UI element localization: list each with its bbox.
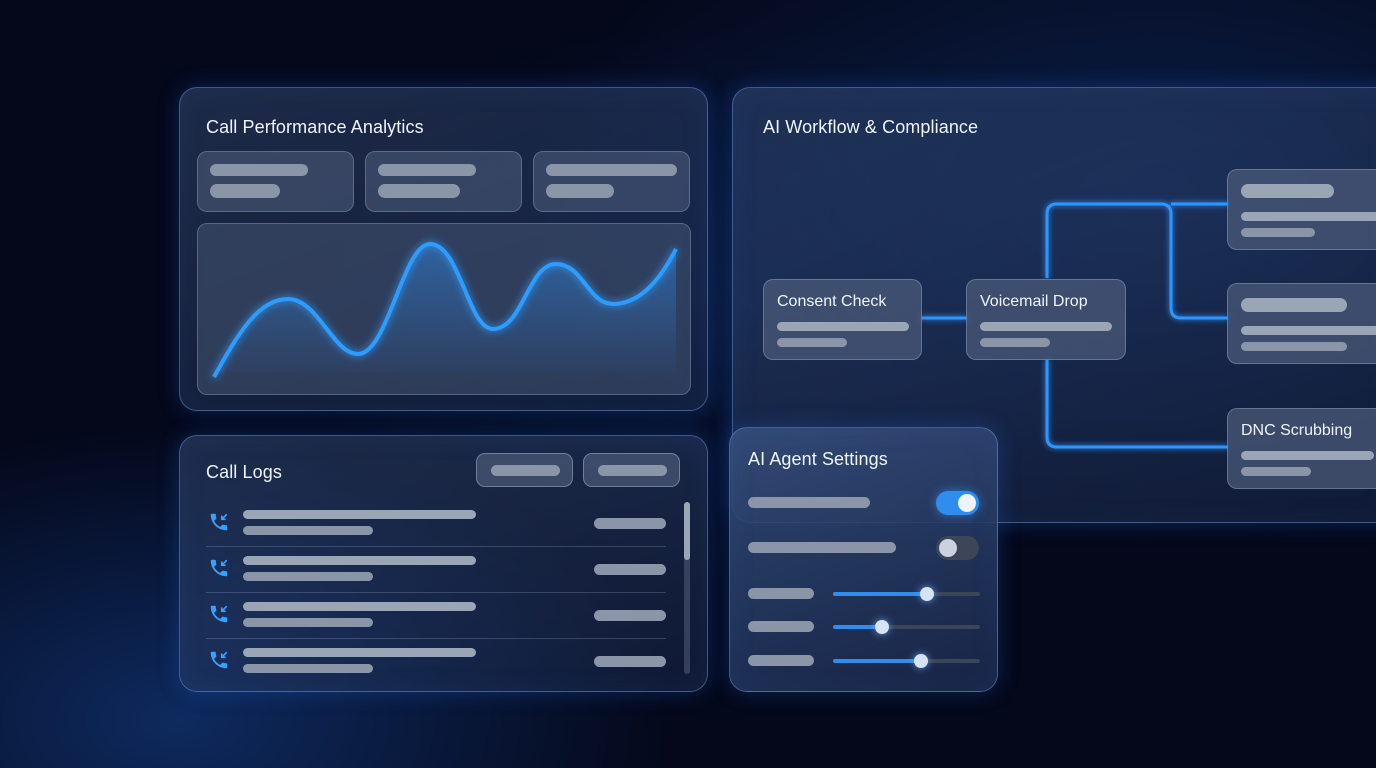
logs-scrollbar-thumb[interactable] (684, 502, 690, 560)
logs-filter-button[interactable] (476, 453, 573, 487)
trend-area (214, 244, 676, 377)
slider-thumb[interactable] (874, 620, 889, 634)
node-dnc-scrubbing-label: DNC Scrubbing (1241, 422, 1353, 439)
slider-label (748, 655, 814, 666)
workflow-title: AI Workflow & Compliance (763, 117, 979, 137)
trend-line-chart (212, 241, 678, 378)
slider-label (748, 588, 814, 599)
slider-label (748, 621, 814, 632)
phone-incoming-icon (208, 511, 230, 533)
slider-thumb[interactable] (920, 587, 935, 601)
chart-area (197, 223, 691, 395)
node-dnc-scrubbing[interactable]: DNC Scrubbing (1227, 408, 1376, 489)
phone-incoming-icon (208, 557, 230, 579)
table-row[interactable] (206, 508, 666, 548)
node-voicemail-drop-label: Voicemail Drop (980, 293, 1088, 310)
setting-toggle-off[interactable] (936, 536, 979, 560)
node-branch-2[interactable] (1227, 283, 1376, 364)
table-row[interactable] (206, 554, 666, 594)
setting-slider[interactable] (833, 654, 980, 668)
row-divider (206, 638, 666, 639)
setting-label (748, 497, 870, 508)
metric-card[interactable] (533, 151, 690, 212)
table-row[interactable] (206, 646, 666, 686)
metric-card[interactable] (197, 151, 354, 212)
logs-export-button[interactable] (583, 453, 680, 487)
setting-toggle-on[interactable] (936, 491, 979, 515)
table-row[interactable] (206, 600, 666, 640)
agent-settings-title: AI Agent Settings (748, 449, 888, 469)
analytics-panel: Call Performance Analytics (179, 87, 708, 411)
node-voicemail-drop[interactable]: Voicemail Drop (966, 279, 1126, 360)
agent-settings-panel: AI Agent Settings (729, 427, 998, 692)
call-logs-panel: Call Logs (179, 435, 708, 692)
row-divider (206, 546, 666, 547)
metric-card[interactable] (365, 151, 522, 212)
call-logs-title: Call Logs (206, 462, 282, 482)
analytics-title: Call Performance Analytics (206, 117, 424, 137)
row-divider (206, 592, 666, 593)
logs-scrollbar[interactable] (684, 502, 690, 674)
setting-slider[interactable] (833, 620, 980, 634)
node-consent-check[interactable]: Consent Check (763, 279, 922, 360)
slider-thumb[interactable] (914, 654, 929, 668)
phone-incoming-icon (208, 603, 230, 625)
node-consent-check-label: Consent Check (777, 293, 887, 310)
setting-label (748, 542, 896, 553)
phone-incoming-icon (208, 649, 230, 671)
setting-slider[interactable] (833, 587, 980, 601)
node-branch-1[interactable] (1227, 169, 1376, 250)
